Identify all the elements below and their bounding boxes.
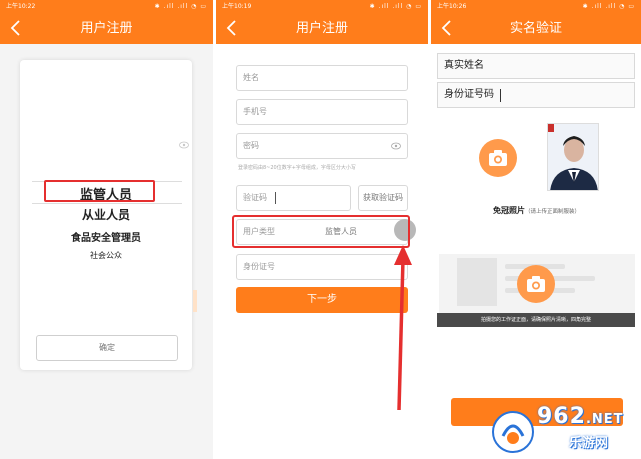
panel-role-picker: 上午10:22 ✱ .ıll .ıll ◔ ▭ 用户注册 监管人员 从业人员 食… bbox=[0, 0, 213, 459]
status-icons: ✱ .ıll .ıll ◔ ▭ bbox=[582, 3, 635, 10]
upload-work-card-button[interactable] bbox=[517, 265, 555, 303]
status-bar: 上午10:22 ✱ .ıll .ıll ◔ ▭ bbox=[0, 0, 213, 14]
watermark-name: 乐游网 bbox=[569, 436, 609, 451]
camera-icon bbox=[527, 276, 545, 292]
password-hint: 登录密码由8~20位数字+字母组成，字母区分大小写 bbox=[238, 165, 356, 171]
picker-option-food-safety-manager[interactable]: 食品安全管理员 bbox=[20, 229, 192, 244]
eye-icon[interactable] bbox=[391, 142, 401, 150]
password-input[interactable]: 密码 bbox=[236, 133, 408, 159]
picker-option-public[interactable]: 社会公众 bbox=[20, 250, 192, 261]
real-name-input[interactable]: 真实姓名 bbox=[437, 53, 635, 79]
photo-caption: 免冠照片（请上传正面制服装） bbox=[493, 205, 580, 216]
watermark-logo bbox=[492, 411, 534, 453]
id-photo-preview bbox=[547, 123, 599, 191]
code-placeholder: 验证码 bbox=[243, 193, 267, 202]
status-time: 上午10:26 bbox=[437, 3, 467, 10]
id-number-label: 身份证号码 bbox=[444, 89, 494, 100]
verification-code-input[interactable]: 验证码 bbox=[236, 185, 351, 211]
user-type-highlight-box bbox=[232, 215, 410, 248]
watermark-number: 962.NET bbox=[537, 404, 624, 429]
get-code-button[interactable]: 获取验证码 bbox=[358, 185, 408, 211]
panel-real-name-verification: 上午10:26 ✱ .ıll .ıll ◔ ▭ 实名验证 真实姓名 身份证号码 bbox=[431, 0, 641, 459]
name-input[interactable]: 姓名 bbox=[236, 65, 408, 91]
upload-photo-button[interactable] bbox=[479, 139, 517, 177]
title-bar: 实名验证 bbox=[431, 14, 641, 44]
title-bar: 用户注册 bbox=[0, 14, 213, 44]
picker-divider bbox=[32, 203, 182, 204]
photo-sublabel: （请上传正面制服装） bbox=[525, 209, 581, 215]
status-icons: ✱ .ıll .ıll ◔ ▭ bbox=[369, 3, 422, 10]
photo-label: 免冠照片 bbox=[493, 206, 525, 215]
confirm-button[interactable]: 确定 bbox=[36, 335, 178, 361]
eye-icon bbox=[179, 141, 189, 149]
text-caret bbox=[275, 192, 276, 204]
page-title: 用户注册 bbox=[295, 21, 348, 36]
phone-placeholder: 手机号 bbox=[243, 107, 267, 116]
panel-registration-form: 上午10:19 ✱ .ıll .ıll ◔ ▭ 用户注册 姓名 手机号 密码 登… bbox=[216, 0, 428, 459]
id-placeholder: 身份证号 bbox=[243, 262, 275, 271]
page-title: 实名验证 bbox=[509, 21, 562, 36]
picker-option-practitioner[interactable]: 从业人员 bbox=[20, 206, 192, 223]
status-bar: 上午10:26 ✱ .ıll .ıll ◔ ▭ bbox=[431, 0, 641, 14]
title-bar: 用户注册 bbox=[216, 14, 428, 44]
name-placeholder: 姓名 bbox=[243, 73, 259, 82]
status-icons: ✱ .ıll .ıll ◔ ▭ bbox=[154, 3, 207, 10]
portrait-image bbox=[548, 124, 598, 190]
camera-icon bbox=[489, 150, 507, 166]
selection-highlight-box bbox=[44, 180, 155, 202]
status-time: 上午10:19 bbox=[222, 3, 252, 10]
site-watermark: 962.NET 乐游网 bbox=[491, 404, 641, 456]
page-title: 用户注册 bbox=[80, 21, 133, 36]
work-card-tip: 拍摄您的工作证正面，请确保照片清晰，四角完整 bbox=[437, 313, 635, 327]
text-caret bbox=[500, 89, 501, 102]
id-number-input[interactable]: 身份证号码 bbox=[437, 82, 635, 108]
background-edge bbox=[193, 290, 197, 312]
password-placeholder: 密码 bbox=[243, 141, 259, 150]
real-name-label: 真实姓名 bbox=[444, 60, 484, 71]
status-bar: 上午10:19 ✱ .ıll .ıll ◔ ▭ bbox=[216, 0, 428, 14]
phone-input[interactable]: 手机号 bbox=[236, 99, 408, 125]
annotation-arrow-icon bbox=[394, 245, 412, 411]
work-card-placeholder-image bbox=[457, 258, 497, 306]
status-time: 上午10:22 bbox=[6, 3, 36, 10]
